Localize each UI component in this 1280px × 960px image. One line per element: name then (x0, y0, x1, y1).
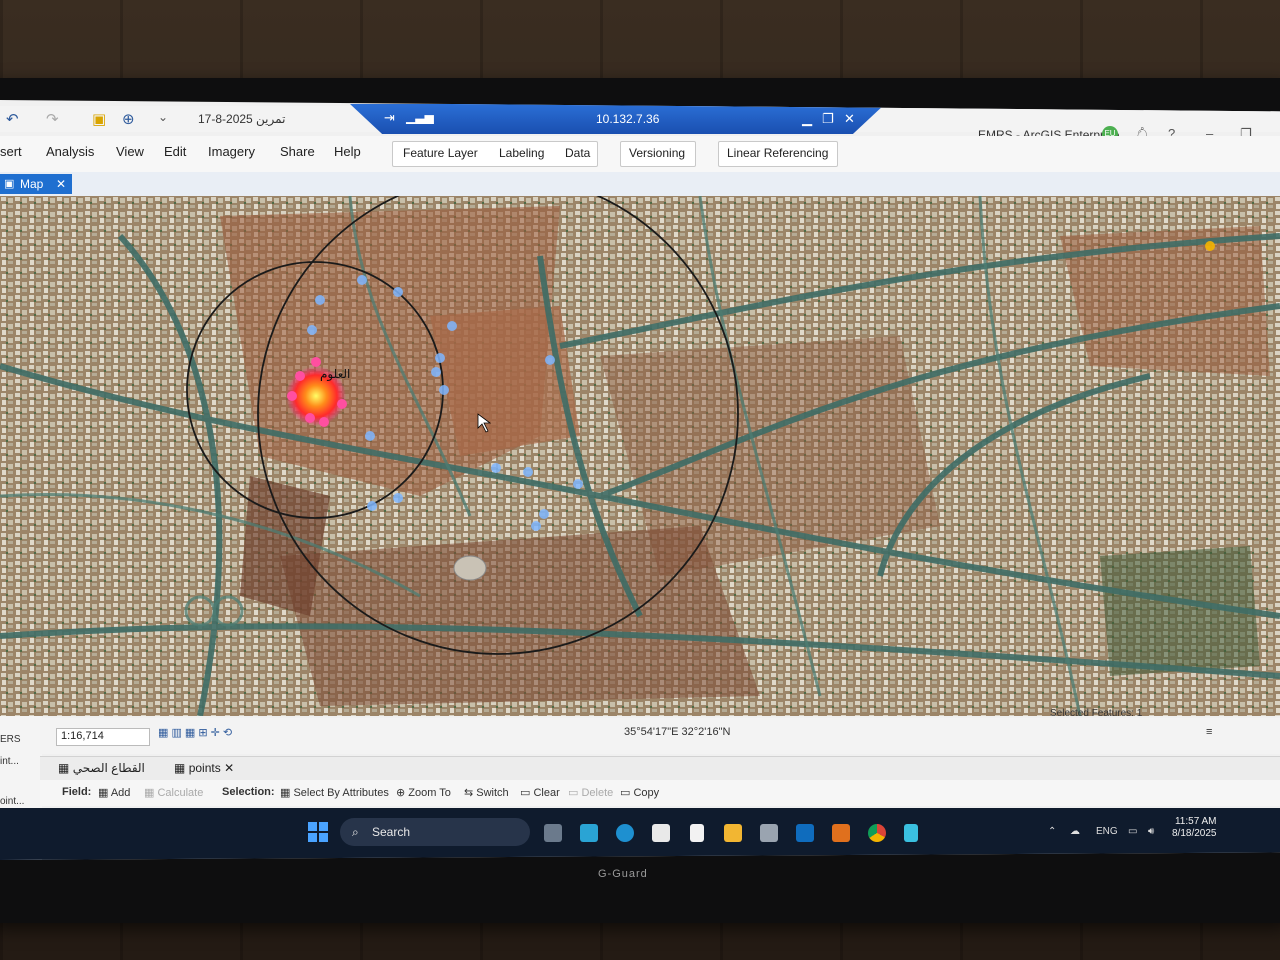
delete-button[interactable]: ▭ Delete (568, 786, 613, 799)
tab-insert[interactable]: sert (0, 144, 22, 159)
attribute-table-toolbar: Field: ▦ Add ▦ Calculate Selection: ▦ Se… (40, 780, 1280, 806)
tab-help[interactable]: Help (334, 144, 361, 159)
satellite-map: العلوم (0, 196, 1280, 716)
system-clock[interactable]: 11:57 AM 8/18/2025 (1172, 816, 1217, 840)
tab-label: points (188, 761, 221, 775)
tab-label: القطاع الصحي (72, 761, 145, 775)
tab-analysis[interactable]: Analysis (46, 144, 94, 159)
widgets-icon[interactable] (580, 824, 598, 842)
file-explorer-icon[interactable] (724, 824, 742, 842)
app-icon[interactable] (760, 824, 778, 842)
bare-land (280, 526, 760, 706)
tab-health-sector[interactable]: ▦ القطاع الصحي (58, 761, 145, 775)
scale-selector[interactable]: 1:16,714 (56, 728, 150, 746)
windows-taskbar: ⌕ Search ⌃ ☁ ENG ▭ 🔊︎ 11:57 AM 8/18/2025 (0, 808, 1280, 860)
pane-label: int... (0, 756, 19, 767)
tab-versioning[interactable]: Versioning (629, 146, 685, 160)
field-label: Field: (62, 786, 92, 798)
select-by-attributes-button[interactable]: ▦ Select By Attributes (280, 786, 389, 799)
tab-map-label: Map (20, 177, 44, 191)
tab-linear-referencing[interactable]: Linear Referencing (727, 146, 828, 160)
volume-icon[interactable]: 🔊︎ (1148, 826, 1154, 837)
signal-icon: ▁▃▅ (406, 110, 434, 124)
tab-view[interactable]: View (116, 144, 144, 159)
attribute-table-tabs: ▦ القطاع الصحي ▦ points ✕ (40, 756, 1280, 781)
linear-referencing-group: Linear Referencing (718, 141, 838, 167)
tab-close-icon[interactable]: ✕ (224, 761, 234, 775)
network-icon[interactable]: ☁ (1070, 826, 1080, 837)
notepad-icon[interactable] (904, 824, 918, 842)
tab-labeling[interactable]: Labeling (499, 146, 544, 160)
selected-features-count: Selected Features: 1 (1050, 708, 1143, 719)
arcgis-pro-icon[interactable] (832, 824, 850, 842)
chevron-up-icon[interactable]: ⌃ (1048, 826, 1056, 837)
coordinates-readout: 35°54'17"E 32°2'16"N (624, 726, 731, 738)
language-indicator[interactable]: ENG (1096, 826, 1118, 837)
tab-edit[interactable]: Edit (164, 144, 186, 159)
calculate-field-button[interactable]: ▦ Calculate (144, 786, 203, 799)
zoom-icon[interactable]: ⊕ (122, 110, 135, 128)
bare-land (1060, 226, 1270, 376)
screen: ↶ ↷ ▣ ⊕ ⌄ 17-8-2025 تمرين ⇥ ▁▃▅ 10.132.7… (0, 100, 1280, 860)
minimize-icon[interactable]: ▁ (802, 111, 812, 127)
add-field-button[interactable]: ▦ Add (98, 786, 130, 799)
clock-time: 11:57 AM (1174, 816, 1217, 827)
tab-share[interactable]: Share (280, 144, 315, 159)
selection-label: Selection: (222, 786, 275, 798)
copy-button[interactable]: ▭ Copy (620, 786, 659, 799)
undo-icon[interactable]: ↶ (6, 110, 19, 128)
edge-icon[interactable] (616, 824, 634, 842)
tab-feature-layer[interactable]: Feature Layer (403, 146, 478, 160)
taskbar-search[interactable]: ⌕ Search (340, 818, 530, 846)
menu-icon[interactable]: ≡ (1206, 726, 1212, 738)
project-title: 17-8-2025 تمرين (198, 112, 286, 126)
redo-icon[interactable]: ↷ (46, 110, 59, 128)
document-icon[interactable] (690, 824, 704, 842)
versioning-group: Versioning (620, 141, 696, 167)
restore-icon[interactable]: ❐ (822, 111, 834, 127)
windows-start-icon[interactable] (308, 822, 328, 842)
table-icon: ▦ (58, 761, 70, 775)
monitor-icon[interactable]: ▭ (1128, 826, 1137, 837)
search-icon: ⌕ (352, 825, 359, 839)
customize-icon[interactable]: ⌄ (158, 110, 168, 124)
task-view-icon[interactable] (544, 824, 562, 842)
store-icon[interactable] (652, 824, 670, 842)
scale-value: 1:16,714 (61, 730, 104, 742)
remote-address: 10.132.7.36 (596, 112, 660, 126)
tab-map[interactable]: ▣ Map ✕ (0, 174, 72, 194)
outlook-icon[interactable] (796, 824, 814, 842)
remote-session-bar: ⇥ ▁▃▅ 10.132.7.36 ▁ ❐ ✕ (350, 104, 885, 134)
map-icon: ▣ (4, 178, 15, 190)
map-view[interactable]: العلوم (0, 196, 1280, 716)
map-label: العلوم (320, 367, 350, 382)
close-icon[interactable]: ✕ (844, 111, 855, 127)
feature-layer-group: Feature Layer Labeling Data (392, 141, 598, 167)
map-status-bar: 1:16,714 ▦ ▥ ▦ ⊞ ✛ ⟲ 35°54'17"E 32°2'16"… (40, 708, 1280, 754)
monitor-brand: G-Guard (598, 868, 648, 880)
tab-data[interactable]: Data (565, 146, 590, 160)
project-icon[interactable]: ▣ (92, 110, 106, 128)
tab-imagery[interactable]: Imagery (208, 144, 255, 159)
search-label: Search (372, 825, 411, 839)
tab-points[interactable]: ▦ points ✕ (174, 761, 234, 775)
pane-label: ERS (0, 734, 21, 745)
table-icon: ▦ (174, 761, 186, 775)
stadium (453, 555, 487, 581)
switch-selection-button[interactable]: ⇆ Switch (464, 786, 509, 799)
pin-icon[interactable]: ⇥ (384, 110, 395, 126)
document-tabs: ▣ Map ✕ (0, 172, 1280, 196)
clear-selection-button[interactable]: ▭ Clear (520, 786, 560, 799)
clock-date: 8/18/2025 (1172, 828, 1217, 839)
pane-label: oint... (0, 796, 25, 807)
ribbon: sert Analysis View Edit Imagery Share He… (0, 136, 1280, 173)
chrome-icon[interactable] (868, 824, 886, 842)
zoom-to-button[interactable]: ⊕ Zoom To (396, 786, 451, 799)
navigation-icons[interactable]: ▦ ▥ ▦ ⊞ ✛ ⟲ (158, 726, 232, 739)
tab-close-icon[interactable]: ✕ (56, 177, 66, 191)
